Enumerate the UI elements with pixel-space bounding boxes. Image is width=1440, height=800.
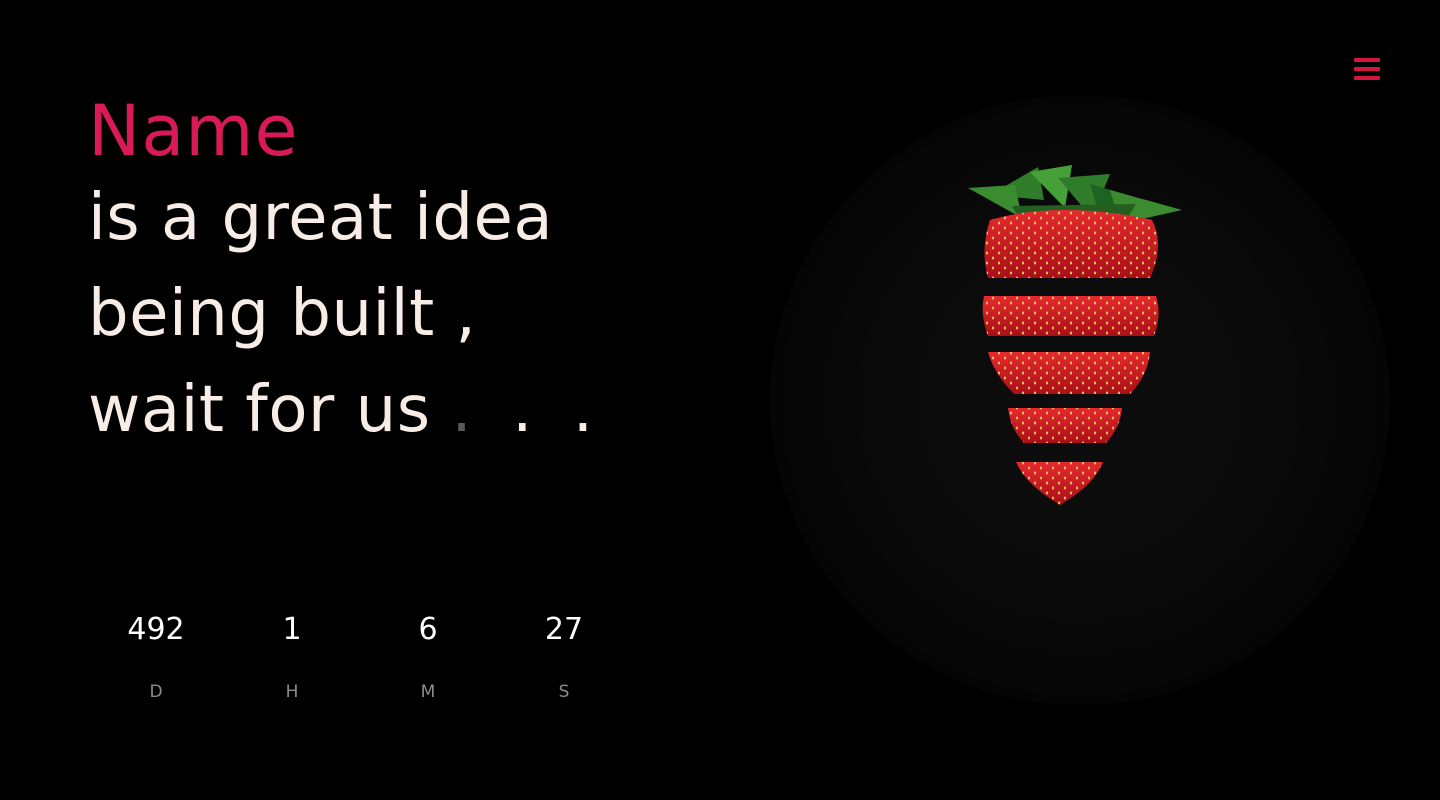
tagline-line-3-text: wait for us	[88, 373, 431, 447]
strawberry-slice-4	[1008, 408, 1122, 443]
ellipsis-dot: .	[451, 373, 513, 447]
countdown-timer: 492 D 1 H 6 M 27 S	[88, 608, 632, 702]
seconds-label: S	[558, 682, 570, 702]
headline: Name is a great idea being built , wait …	[88, 92, 603, 458]
menu-bar	[1354, 58, 1380, 62]
tagline-line-3: wait for us . . .	[88, 362, 603, 458]
typing-ellipsis: . . .	[451, 373, 603, 447]
minutes-label: M	[420, 682, 436, 702]
brand-name: Name	[88, 90, 299, 172]
countdown-seconds: 27 S	[496, 608, 632, 702]
ellipsis-dot: .	[512, 373, 573, 447]
menu-bar	[1354, 76, 1380, 80]
strawberry-tip-slice	[1016, 462, 1103, 505]
tagline-line-2: being built ,	[88, 277, 477, 351]
countdown-days: 492 D	[88, 608, 224, 702]
hours-label: H	[285, 682, 299, 702]
minutes-value: 6	[418, 612, 438, 647]
hours-value: 1	[282, 612, 302, 647]
tagline-line-1: is a great idea	[88, 181, 554, 255]
days-value: 492	[127, 612, 185, 647]
menu-button[interactable]	[1354, 58, 1380, 82]
strawberry-slice-2	[982, 296, 1159, 336]
strawberry-top-slice	[984, 210, 1159, 278]
strawberry-slice-3	[988, 352, 1150, 394]
menu-bar	[1354, 67, 1380, 71]
countdown-hours: 1 H	[224, 608, 360, 702]
countdown-minutes: 6 M	[360, 608, 496, 702]
seconds-value: 27	[544, 612, 584, 647]
ellipsis-dot: .	[572, 373, 604, 447]
strawberry-illustration	[968, 165, 1182, 505]
days-label: D	[149, 682, 163, 702]
